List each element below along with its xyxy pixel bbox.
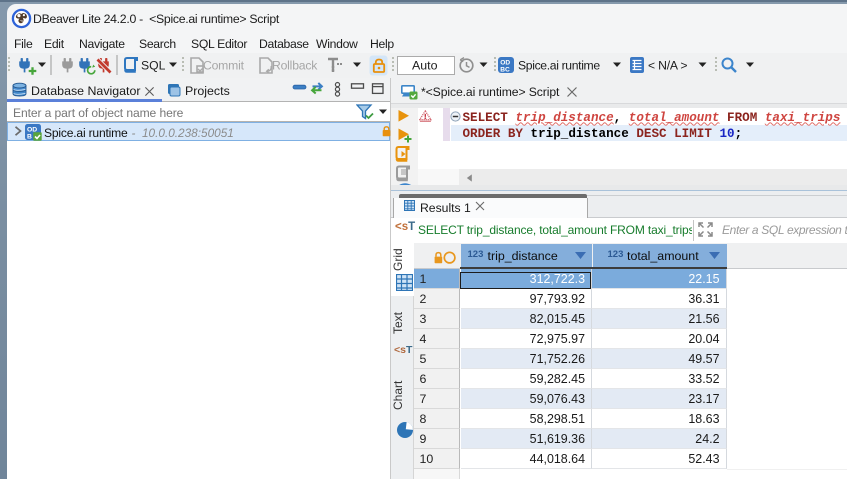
svg-text:Rollback: Rollback bbox=[272, 59, 318, 73]
svg-text:Auto: Auto bbox=[412, 59, 438, 73]
svg-text:< N/A >: < N/A > bbox=[648, 59, 687, 73]
svg-text:Spice.ai runtime: Spice.ai runtime bbox=[518, 59, 600, 73]
svg-text:OD: OD bbox=[500, 59, 510, 66]
svg-text:SQL: SQL bbox=[141, 59, 166, 73]
svg-text:Commit: Commit bbox=[203, 59, 245, 73]
svg-text:B: B bbox=[27, 133, 32, 140]
svg-text:BC: BC bbox=[500, 66, 510, 73]
